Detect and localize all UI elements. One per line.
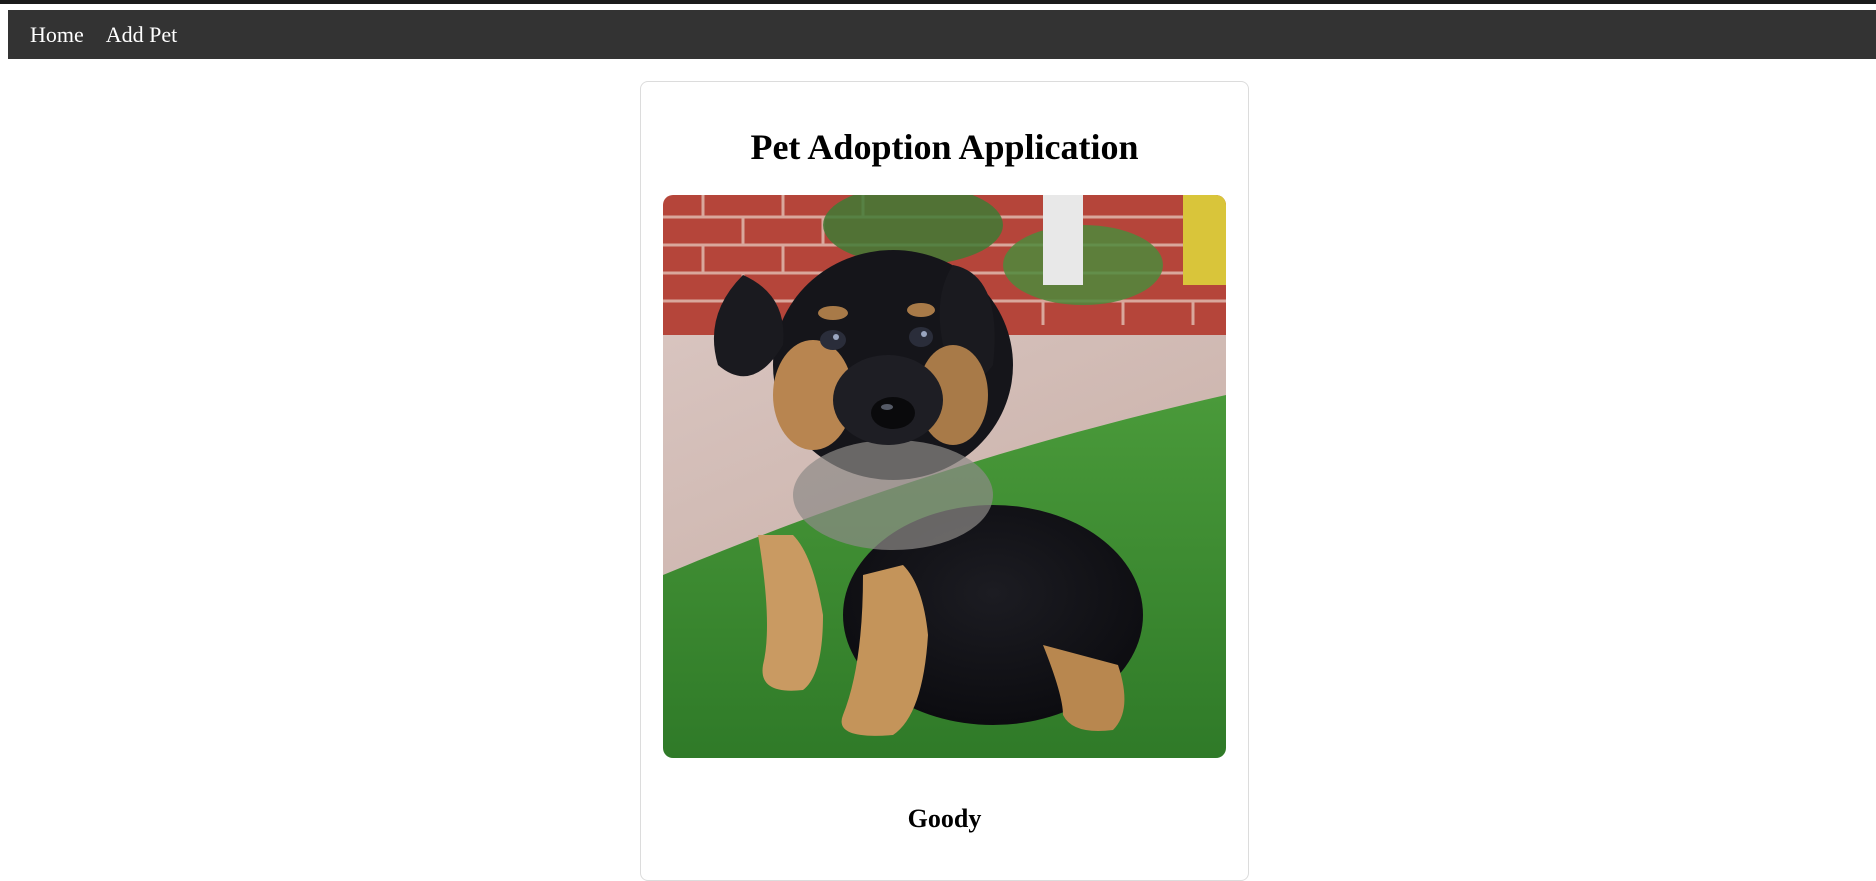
nav-link-add-pet[interactable]: Add Pet [106,22,178,48]
page-title: Pet Adoption Application [750,127,1139,167]
pet-name: Goody [907,804,982,833]
top-navbar: Home Add Pet [8,10,1876,59]
pet-card: Pet Adoption Application Goody [640,81,1249,881]
nav-link-home[interactable]: Home [30,22,84,48]
window-top-border [0,0,1876,4]
pet-photo [663,195,1226,758]
